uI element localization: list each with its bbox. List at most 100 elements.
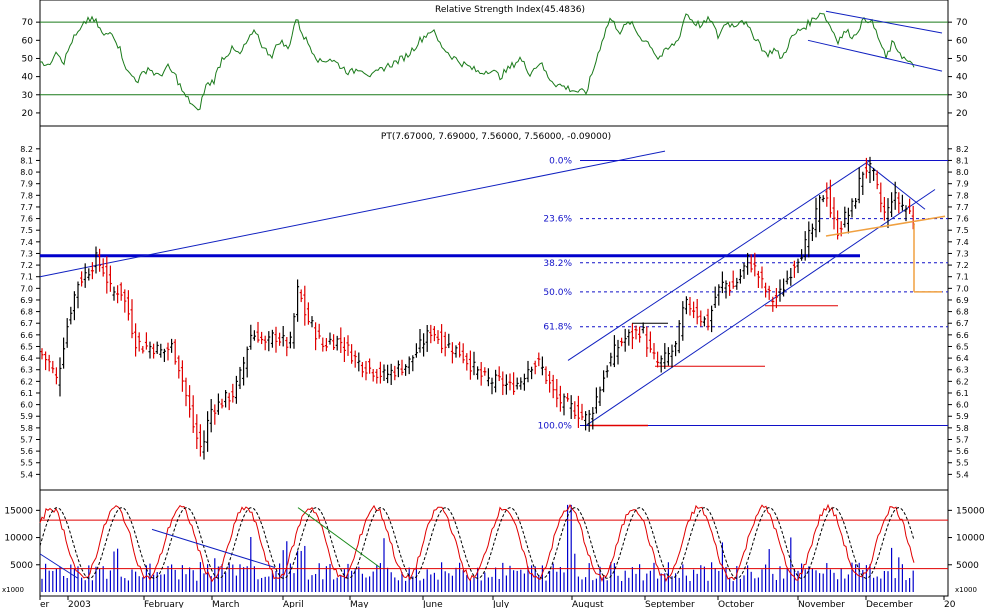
rsi-tick-label: 50 — [956, 54, 968, 64]
rsi-tick-label: 30 — [22, 91, 34, 101]
stoch-tick-label: 10000 — [4, 534, 33, 544]
x-tick-label: May — [350, 600, 369, 608]
price-tick-label: 7.9 — [956, 180, 969, 189]
price-tick-label: 6.4 — [20, 354, 33, 363]
x-tick-label: August — [572, 600, 604, 608]
rsi-tick-label: 40 — [956, 73, 968, 83]
x-tick-label: 2003 — [68, 600, 91, 608]
stoch-tick-label: 15000 — [956, 506, 985, 516]
price-panel-frame — [39, 125, 949, 491]
fib-level-label: 38.2% — [543, 259, 572, 269]
rsi-tick-label: 70 — [956, 18, 968, 28]
x-axis: er 2003 February March April May June July Augus… — [39, 596, 956, 608]
price-tick-label: 6.0 — [20, 401, 33, 410]
price-tick-label: 7.8 — [956, 191, 969, 200]
rsi-tick-label: 60 — [956, 36, 968, 46]
price-tick-label: 7.7 — [20, 203, 33, 212]
price-tick-label: 7.3 — [20, 249, 33, 258]
x-tick-label: er — [40, 600, 50, 608]
rsi-title: Relative Strength Index(45.4836) — [435, 5, 585, 15]
price-tick-label: 6.4 — [956, 354, 969, 363]
rsi-tick-label: 40 — [22, 73, 34, 83]
price-tick-label: 7.6 — [956, 215, 969, 224]
price-tick-label: 8.0 — [956, 168, 969, 177]
price-tick-label: 7.2 — [20, 261, 33, 270]
price-tick-label: 5.9 — [20, 412, 33, 421]
price-title: PT(7.67000, 7.69000, 7.56000, 7.56000, -… — [381, 132, 611, 142]
chart-canvas: Relative Strength Index(45.4836) PT(7.67… — [2, 0, 985, 608]
price-tick-label: 7.4 — [956, 238, 969, 247]
price-tick-label: 6.5 — [20, 342, 33, 351]
price-tick-label: 5.5 — [956, 459, 969, 468]
price-tick-label: 8.0 — [20, 168, 33, 177]
rsi-tick-label: 20 — [956, 109, 968, 119]
price-tick-label: 5.5 — [20, 459, 33, 468]
price-tick-label: 8.1 — [956, 156, 969, 165]
x-tick-label: June — [422, 600, 443, 608]
x-tick-label: 20 — [944, 600, 956, 608]
price-tick-label: 7.8 — [20, 191, 33, 200]
rsi-tick-label: 60 — [22, 36, 34, 46]
stoch-tick-label: 15000 — [4, 506, 33, 516]
rsi-tick-label: 20 — [22, 109, 34, 119]
fib-level-label: 61.8% — [543, 323, 572, 333]
price-tick-label: 7.4 — [20, 238, 33, 247]
price-tick-label: 8.2 — [20, 145, 33, 154]
rsi-tick-label: 30 — [956, 91, 968, 101]
x-tick-label: April — [283, 600, 304, 608]
fib-level-label: 23.6% — [543, 215, 572, 225]
fib-level-label: 0.0% — [549, 156, 572, 166]
price-tick-label: 7.5 — [956, 226, 969, 235]
price-tick-label: 5.9 — [956, 412, 969, 421]
price-tick-label: 6.7 — [956, 319, 969, 328]
fib-level-label: 50.0% — [543, 288, 572, 298]
x-tick-label: March — [212, 600, 239, 608]
price-tick-label: 6.8 — [20, 308, 33, 317]
rsi-tick-label: 70 — [22, 18, 34, 28]
price-tick-label: 6.2 — [20, 377, 33, 386]
price-tick-label: 5.7 — [956, 435, 969, 444]
price-tick-label: 7.2 — [956, 261, 969, 270]
price-tick-label: 5.6 — [956, 447, 969, 456]
price-tick-label: 6.6 — [20, 331, 33, 340]
stoch-multiplier-left: x1000 — [2, 586, 24, 594]
price-tick-label: 6.1 — [956, 389, 969, 398]
price-tick-label: 6.9 — [956, 296, 969, 305]
price-tick-label: 7.0 — [956, 284, 969, 293]
rsi-tick-label: 50 — [22, 54, 34, 64]
price-tick-label: 6.7 — [20, 319, 33, 328]
price-tick-label: 7.6 — [20, 215, 33, 224]
price-tick-label: 6.6 — [956, 331, 969, 340]
price-tick-label: 6.1 — [20, 389, 33, 398]
price-tick-label: 7.1 — [956, 273, 969, 282]
price-tick-label: 5.8 — [956, 424, 969, 433]
price-tick-label: 7.5 — [20, 226, 33, 235]
price-tick-label: 8.1 — [20, 156, 33, 165]
price-tick-label: 7.3 — [956, 249, 969, 258]
price-tick-label: 8.2 — [956, 145, 969, 154]
x-tick-label: September — [645, 600, 695, 608]
price-tick-label: 7.7 — [956, 203, 969, 212]
price-tick-label: 6.8 — [956, 308, 969, 317]
price-tick-label: 6.2 — [956, 377, 969, 386]
x-tick-label: July — [492, 600, 510, 608]
price-tick-label: 6.0 — [956, 401, 969, 410]
x-tick-label: October — [718, 600, 754, 608]
price-tick-label: 5.4 — [20, 470, 33, 479]
price-tick-label: 6.9 — [20, 296, 33, 305]
price-tick-label: 7.0 — [20, 284, 33, 293]
price-tick-label: 6.3 — [956, 366, 969, 375]
stoch-tick-label: 10000 — [956, 534, 985, 544]
stoch-tick-label: 5000 — [10, 561, 33, 571]
price-tick-label: 5.8 — [20, 424, 33, 433]
price-tick-label: 6.5 — [956, 342, 969, 351]
price-tick-label: 6.3 — [20, 366, 33, 375]
stoch-multiplier-right: x1000 — [955, 586, 977, 594]
x-tick-label: November — [798, 600, 845, 608]
price-tick-label: 5.4 — [956, 470, 969, 479]
fib-level-label: 100.0% — [538, 422, 573, 432]
price-tick-label: 7.1 — [20, 273, 33, 282]
price-tick-label: 7.9 — [20, 180, 33, 189]
x-tick-label: December — [866, 600, 913, 608]
price-tick-label: 5.7 — [20, 435, 33, 444]
